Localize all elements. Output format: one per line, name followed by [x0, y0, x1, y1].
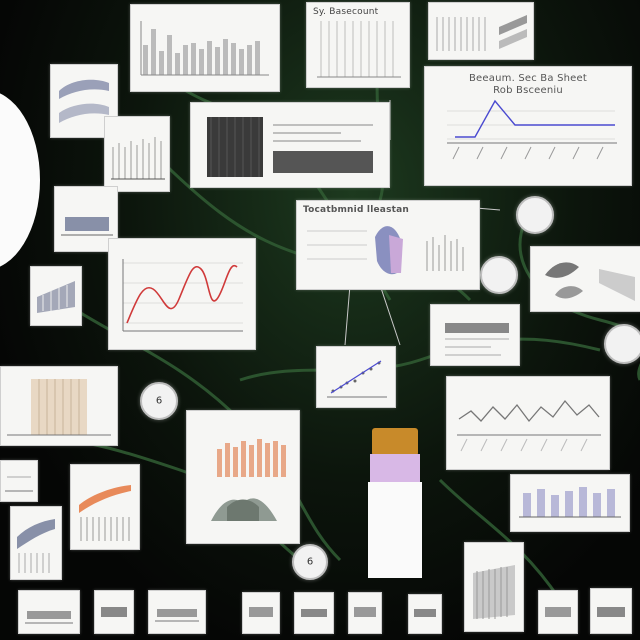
thumb-card	[18, 590, 80, 634]
chart-card-ribbon	[10, 506, 62, 580]
chart-card-ruled-top: Sy. Basecount	[306, 2, 410, 88]
chart-title: Beeaum. Sec Ba Sheet	[469, 73, 587, 84]
ellipse-badge-icon: 6	[292, 544, 328, 580]
thumb-card	[590, 588, 632, 634]
chart-card-bars-top	[130, 4, 280, 92]
chart-card-scatter	[316, 346, 396, 408]
chart-card-orange-bars	[186, 410, 300, 544]
chart-card-leaves	[530, 246, 640, 312]
ellipse-badge-icon: 6	[140, 382, 178, 420]
thumb-card	[538, 590, 578, 634]
scene-stage: Sy. Basecount Tocatbmnid lleastan Beeaum…	[0, 0, 640, 640]
ellipse-badge-icon	[516, 196, 554, 234]
chart-title: Tocatbmnid lleastan	[303, 205, 410, 215]
chart-card-peak-line: Beeaum. Sec Ba Sheet Rob Bsceeniu	[424, 66, 632, 186]
chart-card-red-line	[108, 238, 256, 350]
ellipse-badge-icon	[480, 256, 518, 294]
chart-card-zigzag	[446, 376, 610, 470]
chart-card-small-hatch	[30, 266, 82, 326]
chart-card-columns-left	[104, 116, 170, 192]
sample-tube-icon	[368, 428, 422, 578]
chart-card-center: Tocatbmnid lleastan	[296, 200, 480, 290]
chart-subtitle: Rob Bsceeniu	[493, 85, 563, 96]
chart-card-tiny-left	[0, 460, 38, 502]
ellipse-badge-icon	[604, 324, 640, 364]
chart-card-stripes-bottom	[464, 542, 524, 632]
thumb-card	[242, 592, 280, 634]
badge-glyph: 6	[155, 395, 163, 407]
chart-card-hatched-top	[428, 2, 534, 60]
thumb-card	[408, 594, 442, 634]
badge-glyph: 6	[306, 556, 314, 568]
thumb-card	[294, 592, 334, 634]
chart-card-beige-grid	[0, 366, 118, 446]
chart-title: Sy. Basecount	[313, 7, 379, 17]
chart-card-dark-panel	[190, 102, 390, 188]
thumb-card	[348, 592, 382, 634]
chart-card-flat-right	[430, 304, 520, 366]
chart-card-lavender-bars	[510, 474, 630, 532]
thumb-card	[94, 590, 134, 634]
chart-card-orange-stripes	[70, 464, 140, 550]
thumb-card	[148, 590, 206, 634]
